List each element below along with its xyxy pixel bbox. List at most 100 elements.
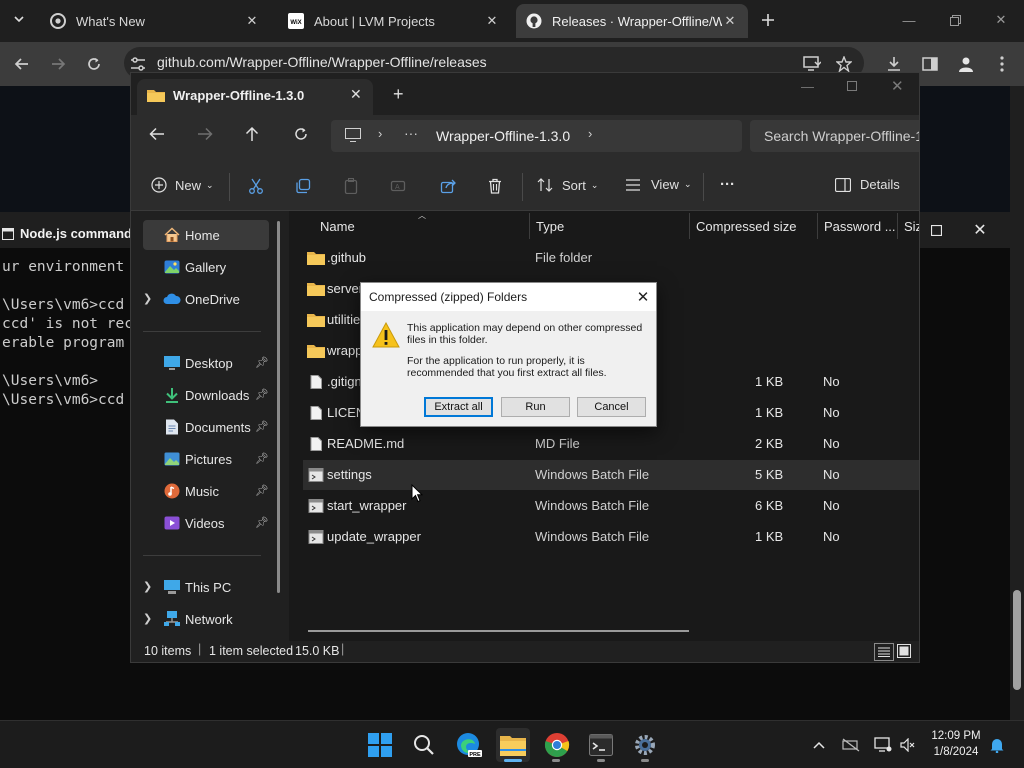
restore-button[interactable]	[932, 0, 978, 40]
back-button[interactable]	[8, 50, 36, 78]
pin-icon[interactable]: 📌︎	[255, 356, 269, 369]
cancel-button[interactable]: Cancel	[577, 397, 646, 417]
tray-display[interactable]	[872, 734, 894, 756]
page-scroll-thumb[interactable]	[1013, 590, 1021, 690]
terminal-maximize-button[interactable]	[922, 216, 950, 244]
chevron-right-icon[interactable]: ›	[588, 126, 592, 141]
folder-icon	[500, 736, 526, 756]
nav-item-home[interactable]: Home	[143, 220, 269, 250]
pin-icon[interactable]: 📌︎	[255, 516, 269, 529]
show-hidden-icons-button[interactable]	[808, 734, 830, 756]
file-row[interactable]: .github File folder	[303, 243, 919, 273]
column-separator[interactable]	[689, 213, 690, 239]
menu-button[interactable]	[988, 50, 1016, 78]
close-window-button[interactable]: ✕	[978, 0, 1024, 40]
column-separator[interactable]	[817, 213, 818, 239]
nav-scrollbar[interactable]	[277, 221, 280, 593]
forward-icon[interactable]	[197, 127, 213, 144]
nav-item-downloads[interactable]: Downloads 📌︎	[143, 380, 269, 410]
notifications-button[interactable]	[986, 734, 1008, 756]
up-icon[interactable]	[245, 126, 259, 145]
taskbar-terminal[interactable]	[584, 728, 618, 762]
pin-icon[interactable]: 📌︎	[255, 452, 269, 465]
column-separator[interactable]	[897, 213, 898, 239]
ellipsis-icon[interactable]: ···	[404, 125, 418, 141]
file-row[interactable]: README.md MD File 2 KB No	[303, 429, 919, 459]
pin-icon[interactable]: 📌︎	[255, 388, 269, 401]
new-tab-button[interactable]	[756, 8, 780, 32]
new-button[interactable]: New ⌄	[151, 177, 214, 193]
search-icon	[414, 735, 434, 755]
close-icon[interactable]: ✕	[633, 287, 653, 307]
forward-button[interactable]	[44, 50, 72, 78]
nav-item-documents[interactable]: Documents 📌︎	[143, 412, 269, 442]
taskbar-chrome[interactable]	[540, 728, 574, 762]
terminal-close-button[interactable]: ✕	[966, 216, 994, 244]
details-view-button[interactable]	[874, 643, 894, 661]
nav-item-videos[interactable]: Videos 📌︎	[143, 508, 269, 538]
tray-network[interactable]	[840, 734, 862, 756]
column-header-type[interactable]: Type	[536, 219, 564, 234]
delete-icon[interactable]	[487, 178, 503, 197]
tab-about-lvm[interactable]: WiX About | LVM Projects ✕	[278, 4, 510, 38]
file-row[interactable]: update_wrapper Windows Batch File 1 KB No	[303, 522, 919, 552]
nav-item-gallery[interactable]: Gallery	[143, 252, 269, 282]
back-icon[interactable]	[149, 127, 165, 144]
tiles-view-button[interactable]	[897, 644, 911, 661]
url-text[interactable]: github.com/Wrapper-Offline/Wrapper-Offli…	[157, 54, 487, 70]
sort-button[interactable]: Sort ⌄	[537, 177, 598, 193]
reload-button[interactable]	[80, 50, 108, 78]
paste-icon[interactable]	[343, 178, 359, 197]
file-row[interactable]: start_wrapper Windows Batch File 6 KB No	[303, 491, 919, 521]
search-button[interactable]	[407, 728, 441, 762]
maximize-icon[interactable]	[847, 79, 857, 94]
file-icon	[310, 375, 322, 389]
refresh-icon[interactable]	[294, 127, 308, 144]
minimize-button[interactable]: —	[886, 0, 932, 40]
close-icon[interactable]: ✕	[484, 13, 500, 29]
extract-all-button[interactable]: Extract all	[424, 397, 493, 417]
column-header-name[interactable]: Name	[320, 219, 355, 234]
file-row[interactable]: settings Windows Batch File 5 KB No	[303, 460, 919, 490]
taskbar-settings[interactable]	[628, 728, 662, 762]
side-panel-button[interactable]	[916, 50, 944, 78]
close-icon[interactable]: ✕	[891, 77, 904, 95]
rename-icon[interactable]: A	[390, 178, 406, 197]
copy-icon[interactable]	[295, 178, 311, 197]
column-header-compressed-size[interactable]: Compressed size	[696, 219, 796, 234]
tab-whats-new[interactable]: What's New ✕	[40, 4, 270, 38]
more-options-icon[interactable]: ···	[720, 176, 735, 193]
horizontal-scrollbar[interactable]	[308, 630, 689, 632]
start-button[interactable]	[363, 728, 397, 762]
column-separator[interactable]	[529, 213, 530, 239]
details-button[interactable]: Details	[835, 177, 900, 192]
minimize-icon[interactable]: —	[801, 79, 814, 94]
nav-item-music[interactable]: Music 📌︎	[143, 476, 269, 506]
share-icon[interactable]	[440, 178, 456, 197]
taskbar-edge-beta[interactable]: PRE	[452, 728, 486, 762]
nav-item-this-pc[interactable]: This PC	[143, 572, 269, 602]
close-icon[interactable]: ✕	[350, 86, 362, 103]
close-icon[interactable]: ✕	[244, 13, 260, 29]
tab-search-button[interactable]	[6, 6, 32, 32]
nav-item-onedrive[interactable]: OneDrive	[143, 284, 269, 314]
tab-releases[interactable]: Releases · Wrapper-Offline/Wrapper-Offli…	[516, 4, 748, 38]
column-header-size[interactable]: Size	[904, 219, 919, 234]
column-header-password[interactable]: Password ...	[824, 219, 896, 234]
nav-item-pictures[interactable]: Pictures 📌︎	[143, 444, 269, 474]
view-button[interactable]: View ⌄	[625, 177, 692, 192]
chevron-right-icon[interactable]: ›	[378, 126, 382, 141]
run-button[interactable]: Run	[501, 397, 570, 417]
taskbar-file-explorer[interactable]	[496, 728, 530, 762]
taskbar-clock[interactable]: 12:09 PM 1/8/2024	[920, 728, 992, 760]
pin-icon[interactable]: 📌︎	[255, 420, 269, 433]
nav-item-desktop[interactable]: Desktop 📌︎	[143, 348, 269, 378]
tray-volume[interactable]	[897, 734, 919, 756]
profile-button[interactable]	[952, 50, 980, 78]
pin-icon[interactable]: 📌︎	[255, 484, 269, 497]
cut-icon[interactable]	[248, 178, 264, 197]
breadcrumb-current[interactable]: Wrapper-Offline-1.3.0	[436, 128, 570, 144]
close-icon[interactable]: ✕	[722, 13, 738, 29]
plus-icon[interactable]: +	[393, 84, 404, 105]
nav-item-network[interactable]: Network	[143, 604, 269, 634]
